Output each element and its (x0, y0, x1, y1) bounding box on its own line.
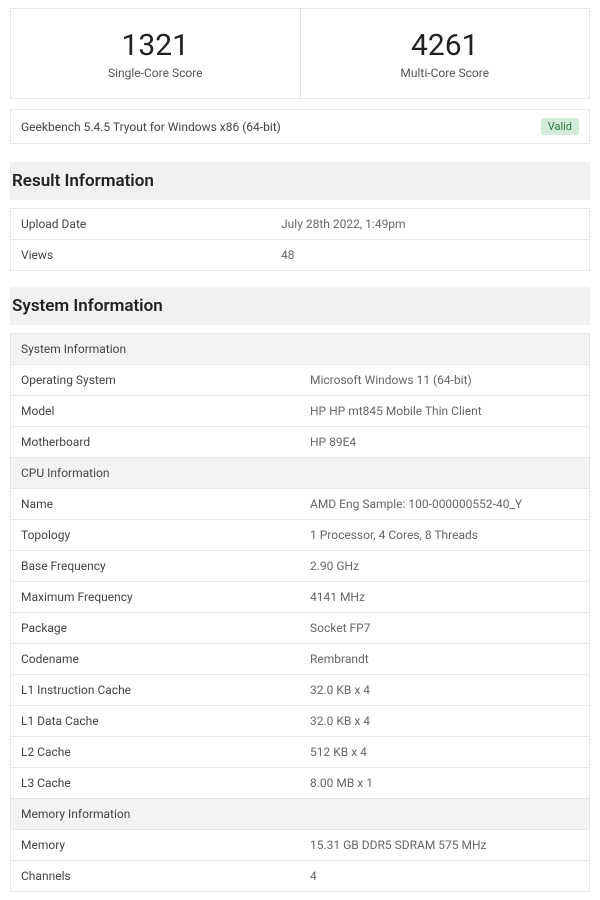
table-row: Topology 1 Processor, 4 Cores, 8 Threads (11, 520, 590, 551)
table-row: Channels 4 (11, 861, 590, 892)
l1d-value: 32.0 KB x 4 (300, 706, 590, 737)
upload-date-label: Upload Date (11, 209, 272, 240)
os-label: Operating System (11, 365, 301, 396)
table-row: Maximum Frequency 4141 MHz (11, 582, 590, 613)
l3-value: 8.00 MB x 1 (300, 768, 590, 799)
base-freq-value: 2.90 GHz (300, 551, 590, 582)
single-core-cell: 1321 Single-Core Score (11, 9, 300, 98)
os-value: Microsoft Windows 11 (64-bit) (300, 365, 590, 396)
max-freq-value: 4141 MHz (300, 582, 590, 613)
table-row: Package Socket FP7 (11, 613, 590, 644)
topology-value: 1 Processor, 4 Cores, 8 Threads (300, 520, 590, 551)
l1i-label: L1 Instruction Cache (11, 675, 301, 706)
codename-label: Codename (11, 644, 301, 675)
table-row: Operating System Microsoft Windows 11 (6… (11, 365, 590, 396)
views-label: Views (11, 240, 272, 271)
l2-value: 512 KB x 4 (300, 737, 590, 768)
scores-row: 1321 Single-Core Score 4261 Multi-Core S… (10, 8, 590, 99)
table-row: Model HP HP mt845 Mobile Thin Client (11, 396, 590, 427)
base-freq-label: Base Frequency (11, 551, 301, 582)
single-core-value: 1321 (21, 29, 290, 62)
table-row: L2 Cache 512 KB x 4 (11, 737, 590, 768)
l3-label: L3 Cache (11, 768, 301, 799)
views-value: 48 (271, 240, 589, 271)
motherboard-label: Motherboard (11, 427, 301, 458)
table-row: L3 Cache 8.00 MB x 1 (11, 768, 590, 799)
max-freq-label: Maximum Frequency (11, 582, 301, 613)
multi-core-value: 4261 (311, 29, 580, 62)
cpu-subheader: CPU Information (11, 458, 590, 489)
channels-label: Channels (11, 861, 301, 892)
single-core-label: Single-Core Score (21, 66, 290, 80)
result-info-table: Upload Date July 28th 2022, 1:49pm Views… (10, 208, 590, 271)
multi-core-label: Multi-Core Score (311, 66, 580, 80)
table-row: Codename Rembrandt (11, 644, 590, 675)
table-row: L1 Data Cache 32.0 KB x 4 (11, 706, 590, 737)
cpu-subheader-label: CPU Information (11, 458, 590, 489)
table-row: Views 48 (11, 240, 590, 271)
version-text: Geekbench 5.4.5 Tryout for Windows x86 (… (21, 120, 281, 134)
table-row: Upload Date July 28th 2022, 1:49pm (11, 209, 590, 240)
package-label: Package (11, 613, 301, 644)
l2-label: L2 Cache (11, 737, 301, 768)
system-subheader: System Information (11, 334, 590, 365)
memory-label: Memory (11, 830, 301, 861)
version-row: Geekbench 5.4.5 Tryout for Windows x86 (… (10, 109, 590, 144)
table-row: Motherboard HP 89E4 (11, 427, 590, 458)
l1d-label: L1 Data Cache (11, 706, 301, 737)
system-info-table: System Information Operating System Micr… (10, 333, 590, 892)
benchmark-result-card: 1321 Single-Core Score 4261 Multi-Core S… (0, 0, 600, 900)
result-info-heading: Result Information (10, 162, 590, 200)
cpu-name-label: Name (11, 489, 301, 520)
topology-label: Topology (11, 520, 301, 551)
memory-subheader: Memory Information (11, 799, 590, 830)
valid-badge: Valid (541, 118, 579, 135)
l1i-value: 32.0 KB x 4 (300, 675, 590, 706)
system-subheader-label: System Information (11, 334, 590, 365)
cpu-name-value: AMD Eng Sample: 100-000000552-40_Y (300, 489, 590, 520)
table-row: Memory 15.31 GB DDR5 SDRAM 575 MHz (11, 830, 590, 861)
motherboard-value: HP 89E4 (300, 427, 590, 458)
package-value: Socket FP7 (300, 613, 590, 644)
model-label: Model (11, 396, 301, 427)
memory-value: 15.31 GB DDR5 SDRAM 575 MHz (300, 830, 590, 861)
memory-subheader-label: Memory Information (11, 799, 590, 830)
channels-value: 4 (300, 861, 590, 892)
model-value: HP HP mt845 Mobile Thin Client (300, 396, 590, 427)
multi-core-cell: 4261 Multi-Core Score (300, 9, 590, 98)
table-row: Name AMD Eng Sample: 100-000000552-40_Y (11, 489, 590, 520)
table-row: Base Frequency 2.90 GHz (11, 551, 590, 582)
table-row: L1 Instruction Cache 32.0 KB x 4 (11, 675, 590, 706)
upload-date-value: July 28th 2022, 1:49pm (271, 209, 589, 240)
system-info-heading: System Information (10, 287, 590, 325)
codename-value: Rembrandt (300, 644, 590, 675)
